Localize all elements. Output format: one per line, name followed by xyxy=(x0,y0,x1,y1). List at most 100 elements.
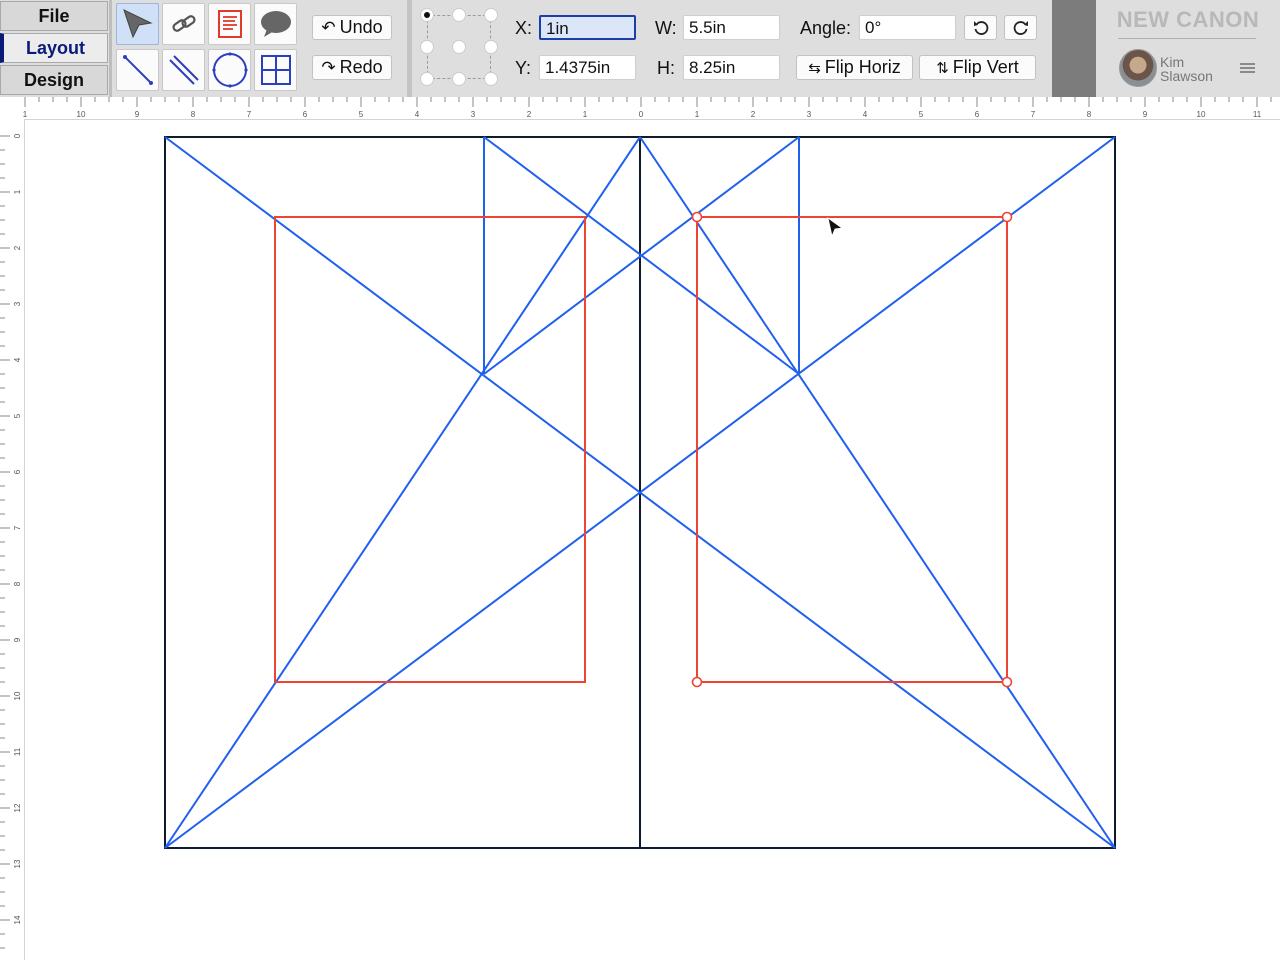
anchor-bottom-center[interactable] xyxy=(452,72,466,86)
toolbar-divider xyxy=(407,0,412,97)
ruler-label: 9 xyxy=(1143,110,1148,119)
toolbar-spacer-block xyxy=(1052,0,1096,97)
handle-bottom-right[interactable] xyxy=(1001,676,1013,688)
ruler-horizontal: 1 10 9 8 7 6 5 4 3 2 1 0 1 2 3 4 5 6 7 8 9 10 11 xyxy=(0,97,1280,120)
ruler-vertical: 0 1 2 3 4 5 6 7 8 9 10 11 12 13 14 xyxy=(0,119,25,960)
ruler-label: 3 xyxy=(807,110,812,119)
ruler-label: 8 xyxy=(191,110,196,119)
anchor-middle-left[interactable] xyxy=(420,40,434,54)
nav-tab-file[interactable]: File xyxy=(0,1,108,31)
undo-label: Undo xyxy=(339,17,383,37)
title-divider xyxy=(1118,38,1256,39)
flip-vert-button[interactable]: ⇅ Flip Vert xyxy=(919,55,1036,80)
y-input[interactable]: 1.4375in xyxy=(539,55,636,80)
rotate-cw-button[interactable] xyxy=(1004,15,1037,40)
app-title: NEW CANON xyxy=(1116,7,1260,32)
parallel-line-tool-button[interactable] xyxy=(162,49,205,91)
ruler-label: 1 xyxy=(583,110,588,119)
anchor-top-right[interactable] xyxy=(484,8,498,22)
angle-label: Angle: xyxy=(800,18,852,38)
anchor-middle-right[interactable] xyxy=(484,40,498,54)
ruler-label: 9 xyxy=(13,637,22,642)
nav-tab-design[interactable]: Design xyxy=(0,65,108,95)
circle-tool-button[interactable] xyxy=(208,49,251,91)
select-tool-button[interactable] xyxy=(116,3,159,45)
rotate-ccw-button[interactable] xyxy=(964,15,997,40)
user-first-name: Kim xyxy=(1160,54,1185,70)
y-label: Y: xyxy=(515,58,532,78)
line-tool-button[interactable] xyxy=(116,49,159,91)
toolbar: File Layout Design ↶ Undo ↷ Redo X: 1in … xyxy=(0,0,1280,98)
x-input[interactable]: 1in xyxy=(539,15,636,40)
anchor-top-center[interactable] xyxy=(452,8,466,22)
speech-bubble-icon xyxy=(260,11,291,37)
circle-icon xyxy=(211,52,248,88)
ruler-label: 3 xyxy=(471,110,476,119)
ruler-label: 0 xyxy=(13,133,22,138)
ruler-label: 0 xyxy=(639,110,644,119)
ruler-label: 8 xyxy=(1087,110,1092,119)
h-input[interactable]: 8.25in xyxy=(683,55,780,80)
anchor-center[interactable] xyxy=(452,40,466,54)
ruler-label: 11 xyxy=(13,747,22,756)
grid-tool-button[interactable] xyxy=(254,49,297,91)
anchor-bottom-left[interactable] xyxy=(420,72,434,86)
layout-canvas[interactable] xyxy=(0,0,1280,960)
toolbar-divider xyxy=(109,0,112,97)
ruler-label: 5 xyxy=(359,110,364,119)
angle-input[interactable]: 0° xyxy=(859,15,956,40)
grid-icon xyxy=(260,55,291,85)
flip-horiz-icon: ⇆ xyxy=(808,59,821,77)
anchor-bottom-right[interactable] xyxy=(484,72,498,86)
ruler-label: 4 xyxy=(415,110,420,119)
rotate-cw-icon xyxy=(1013,20,1028,35)
chain-link-icon xyxy=(171,15,196,32)
ruler-label: 14 xyxy=(13,915,22,924)
text-block-icon xyxy=(217,10,242,38)
handle-bottom-left[interactable] xyxy=(691,676,703,688)
ruler-label: 13 xyxy=(13,859,22,868)
ruler-label: 10 xyxy=(1197,110,1206,119)
w-input[interactable]: 5.5in xyxy=(683,15,780,40)
flip-horiz-button[interactable]: ⇆ Flip Horiz xyxy=(796,55,913,80)
flip-horiz-label: Flip Horiz xyxy=(824,57,901,77)
ruler-label: 7 xyxy=(13,525,22,530)
ruler-label: 1 xyxy=(13,189,22,194)
comment-tool-button[interactable] xyxy=(254,3,297,45)
anchor-point-selector xyxy=(420,8,500,88)
hamburger-menu-icon[interactable] xyxy=(1240,63,1255,73)
ruler-label: 12 xyxy=(13,803,22,812)
x-label: X: xyxy=(515,18,533,38)
ruler-label: 9 xyxy=(135,110,140,119)
redo-button[interactable]: ↷ Redo xyxy=(312,55,392,80)
ruler-label: 8 xyxy=(13,581,22,586)
ruler-label: 11 xyxy=(1253,110,1262,119)
undo-button[interactable]: ↶ Undo xyxy=(312,15,392,40)
ruler-label: 6 xyxy=(303,110,308,119)
w-label: W: xyxy=(655,18,677,38)
ruler-label: 6 xyxy=(975,110,980,119)
arrow-pointer-icon xyxy=(122,9,153,39)
redo-icon: ↷ xyxy=(321,57,336,77)
ruler-label: 5 xyxy=(919,110,924,119)
handle-top-right[interactable] xyxy=(1001,211,1013,223)
handle-top-left[interactable] xyxy=(691,211,703,223)
ruler-label: 4 xyxy=(13,357,22,362)
text-tool-button[interactable] xyxy=(208,3,251,45)
flip-vert-icon: ⇅ xyxy=(936,59,949,77)
ruler-label: 3 xyxy=(13,301,22,306)
ruler-label: 5 xyxy=(13,413,22,418)
ruler-horizontal-ticks: 1 10 9 8 7 6 5 4 3 2 1 0 1 2 3 4 5 6 7 8 9 10 11 xyxy=(23,97,1272,119)
anchor-top-left[interactable] xyxy=(420,8,434,22)
ruler-label: 4 xyxy=(863,110,868,119)
user-avatar[interactable] xyxy=(1119,49,1157,87)
ruler-label: 1 xyxy=(23,110,28,119)
nav-tab-layout[interactable]: Layout xyxy=(0,33,108,63)
ruler-label: 7 xyxy=(1031,110,1036,119)
ruler-label: 10 xyxy=(13,691,22,700)
flip-vert-label: Flip Vert xyxy=(952,57,1019,77)
ruler-label: 6 xyxy=(13,469,22,474)
h-label: H: xyxy=(657,58,675,78)
link-tool-button[interactable] xyxy=(162,3,205,45)
double-line-icon xyxy=(168,55,199,85)
